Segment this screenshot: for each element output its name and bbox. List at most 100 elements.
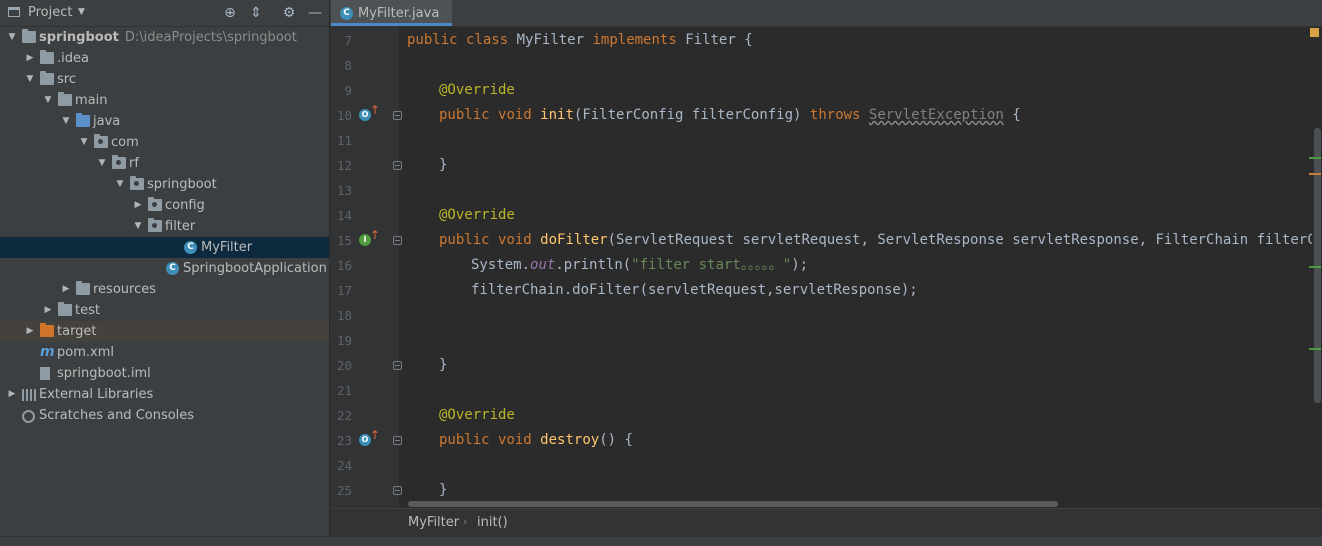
chevron-right-icon[interactable]: ▶ bbox=[6, 384, 18, 405]
tree-item-label: com bbox=[111, 135, 139, 150]
chevron-right-icon[interactable]: ▶ bbox=[24, 48, 36, 69]
tree-item[interactable]: springboot.iml bbox=[0, 363, 329, 384]
chevron-right-icon[interactable]: ▶ bbox=[42, 300, 54, 321]
tree-item-label: config bbox=[165, 198, 205, 213]
chevron-down-icon[interactable]: ▼ bbox=[96, 153, 108, 174]
line-number: 15 bbox=[336, 233, 352, 248]
gear-icon[interactable]: ⚙ bbox=[280, 4, 298, 22]
project-window-icon bbox=[8, 7, 20, 17]
folder-icon bbox=[40, 71, 54, 85]
module-file-icon bbox=[40, 367, 50, 380]
chevron-down-icon[interactable]: ▼ bbox=[114, 174, 126, 195]
source-folder-icon bbox=[76, 113, 90, 127]
tab-myfilter-java[interactable]: C MyFilter.java bbox=[331, 0, 452, 26]
chevron-down-icon[interactable]: ▼ bbox=[42, 90, 54, 111]
chevron-down-icon[interactable]: ▼ bbox=[78, 7, 85, 17]
tree-item[interactable]: ▼ main bbox=[0, 90, 329, 111]
tree-item[interactable]: ▼ rf bbox=[0, 153, 329, 174]
line-number: 10 bbox=[336, 108, 352, 123]
chevron-down-icon[interactable]: ▼ bbox=[78, 132, 90, 153]
module-path: D:\ideaProjects\springboot bbox=[124, 30, 297, 45]
code-line-20: } bbox=[439, 357, 448, 373]
project-panel: Project ▼ ⊕ ⇕ ⚙ — ▼ springboot D:\ideaProj… bbox=[0, 0, 330, 545]
line-number: 22 bbox=[336, 408, 352, 423]
line-number: 23 bbox=[336, 433, 352, 448]
tree-item-label: springboot.iml bbox=[57, 366, 151, 381]
tree-item-label: java bbox=[93, 114, 121, 129]
chevron-down-icon[interactable]: ▼ bbox=[60, 111, 72, 132]
line-number: 9 bbox=[344, 83, 352, 98]
tree-item[interactable]: ▼ src bbox=[0, 69, 329, 90]
line-number: 12 bbox=[336, 158, 352, 173]
tree-item[interactable]: m pom.xml bbox=[0, 342, 329, 363]
breadcrumb-method[interactable]: init() bbox=[477, 515, 508, 530]
tree-item[interactable]: ▶ target bbox=[0, 321, 329, 342]
project-panel-title[interactable]: Project bbox=[28, 5, 72, 20]
tree-item[interactable]: C SpringbootApplication bbox=[0, 258, 329, 279]
breadcrumb-class[interactable]: MyFilter bbox=[408, 515, 459, 530]
spring-class-icon: C bbox=[166, 262, 179, 275]
fold-icon[interactable] bbox=[393, 236, 402, 245]
warning-marker[interactable] bbox=[1309, 173, 1321, 175]
line-number: 18 bbox=[336, 308, 352, 323]
change-marker[interactable] bbox=[1309, 348, 1321, 350]
arrow-up-icon[interactable]: ↑ bbox=[370, 103, 380, 117]
tree-item[interactable]: ▶ .idea bbox=[0, 48, 329, 69]
tree-item[interactable]: ▼ springboot D:\ideaProjects\springboot bbox=[0, 27, 329, 48]
package-icon bbox=[148, 197, 162, 211]
tree-item[interactable]: ▼ springboot bbox=[0, 174, 329, 195]
chevron-down-icon[interactable]: ▼ bbox=[132, 216, 144, 237]
line-number: 25 bbox=[336, 483, 352, 498]
tree-item[interactable]: ▶ config bbox=[0, 195, 329, 216]
folder-icon bbox=[22, 29, 36, 43]
tree-item[interactable]: ▶ test bbox=[0, 300, 329, 321]
line-number: 20 bbox=[336, 358, 352, 373]
tree-item[interactable]: ▼ filter bbox=[0, 216, 329, 237]
arrow-up-icon[interactable]: ↑ bbox=[370, 228, 380, 242]
code-line-25: } bbox=[439, 482, 448, 498]
chevron-down-icon[interactable]: ▼ bbox=[6, 27, 18, 48]
horizontal-scrollbar[interactable] bbox=[408, 501, 1058, 507]
tree-item[interactable]: C MyFilter bbox=[0, 237, 329, 258]
code-line-10: public void init(FilterConfig filterConf… bbox=[439, 107, 1021, 123]
chevron-right-icon[interactable]: ▶ bbox=[60, 279, 72, 300]
code-line-7: public class MyFilter implements Filter … bbox=[407, 32, 753, 48]
code-line-12: } bbox=[439, 157, 448, 173]
chevron-right-icon: › bbox=[463, 515, 468, 528]
chevron-down-icon[interactable]: ▼ bbox=[24, 69, 36, 90]
editor-tab-bar bbox=[330, 0, 1322, 27]
code-line-16: System.out.println("filter start。。。。。"); bbox=[471, 257, 809, 273]
change-marker[interactable] bbox=[1309, 266, 1321, 268]
package-icon bbox=[148, 218, 162, 232]
fold-icon[interactable] bbox=[393, 486, 402, 495]
tree-item[interactable]: ▼ com bbox=[0, 132, 329, 153]
tree-item[interactable]: ▼ java bbox=[0, 111, 329, 132]
tree-item[interactable]: ▶ External Libraries bbox=[0, 384, 329, 405]
fold-icon[interactable] bbox=[393, 161, 402, 170]
line-number: 24 bbox=[336, 458, 352, 473]
arrow-up-icon[interactable]: ↑ bbox=[370, 428, 380, 442]
fold-icon[interactable] bbox=[393, 361, 402, 370]
tree-item-label: test bbox=[75, 303, 100, 318]
inspection-status-icon[interactable] bbox=[1310, 28, 1319, 37]
code-line-15: public void doFilter(ServletRequest serv… bbox=[439, 232, 1312, 248]
tree-item[interactable]: Scratches and Consoles bbox=[0, 405, 329, 426]
tree-item[interactable]: ▶ resources bbox=[0, 279, 329, 300]
fold-icon[interactable] bbox=[393, 111, 402, 120]
tree-item-label: Scratches and Consoles bbox=[39, 408, 195, 423]
code-line-17: filterChain.doFilter(servletRequest,serv… bbox=[471, 282, 918, 298]
maven-icon: m bbox=[40, 344, 55, 360]
code-editor[interactable]: public class MyFilter implements Filter … bbox=[399, 27, 1312, 508]
locate-icon[interactable]: ⊕ bbox=[221, 4, 239, 22]
chevron-right-icon[interactable]: ▶ bbox=[132, 195, 144, 216]
class-icon: C bbox=[340, 7, 353, 20]
line-number: 19 bbox=[336, 333, 352, 348]
line-number: 13 bbox=[336, 183, 352, 198]
minimize-icon[interactable]: — bbox=[306, 4, 324, 22]
chevron-right-icon[interactable]: ▶ bbox=[24, 321, 36, 342]
tree-item-label: External Libraries bbox=[39, 387, 154, 402]
tree-item-label: src bbox=[57, 72, 76, 87]
collapse-all-icon[interactable]: ⇕ bbox=[247, 4, 265, 22]
change-marker[interactable] bbox=[1309, 157, 1321, 159]
fold-icon[interactable] bbox=[393, 436, 402, 445]
